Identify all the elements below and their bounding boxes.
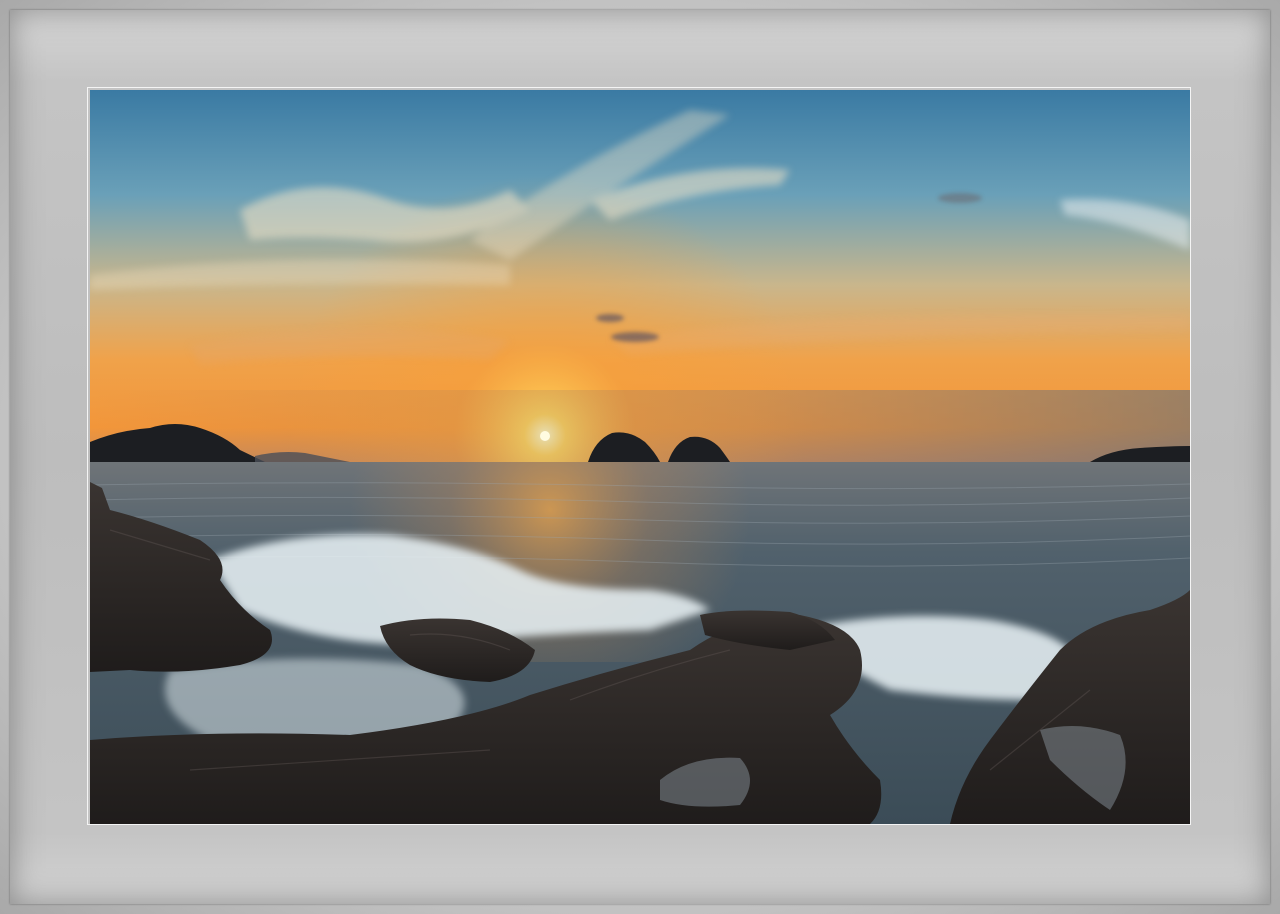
sunset-seascape-photo (90, 90, 1190, 824)
picture-frame (0, 0, 1280, 914)
sun (540, 431, 550, 441)
